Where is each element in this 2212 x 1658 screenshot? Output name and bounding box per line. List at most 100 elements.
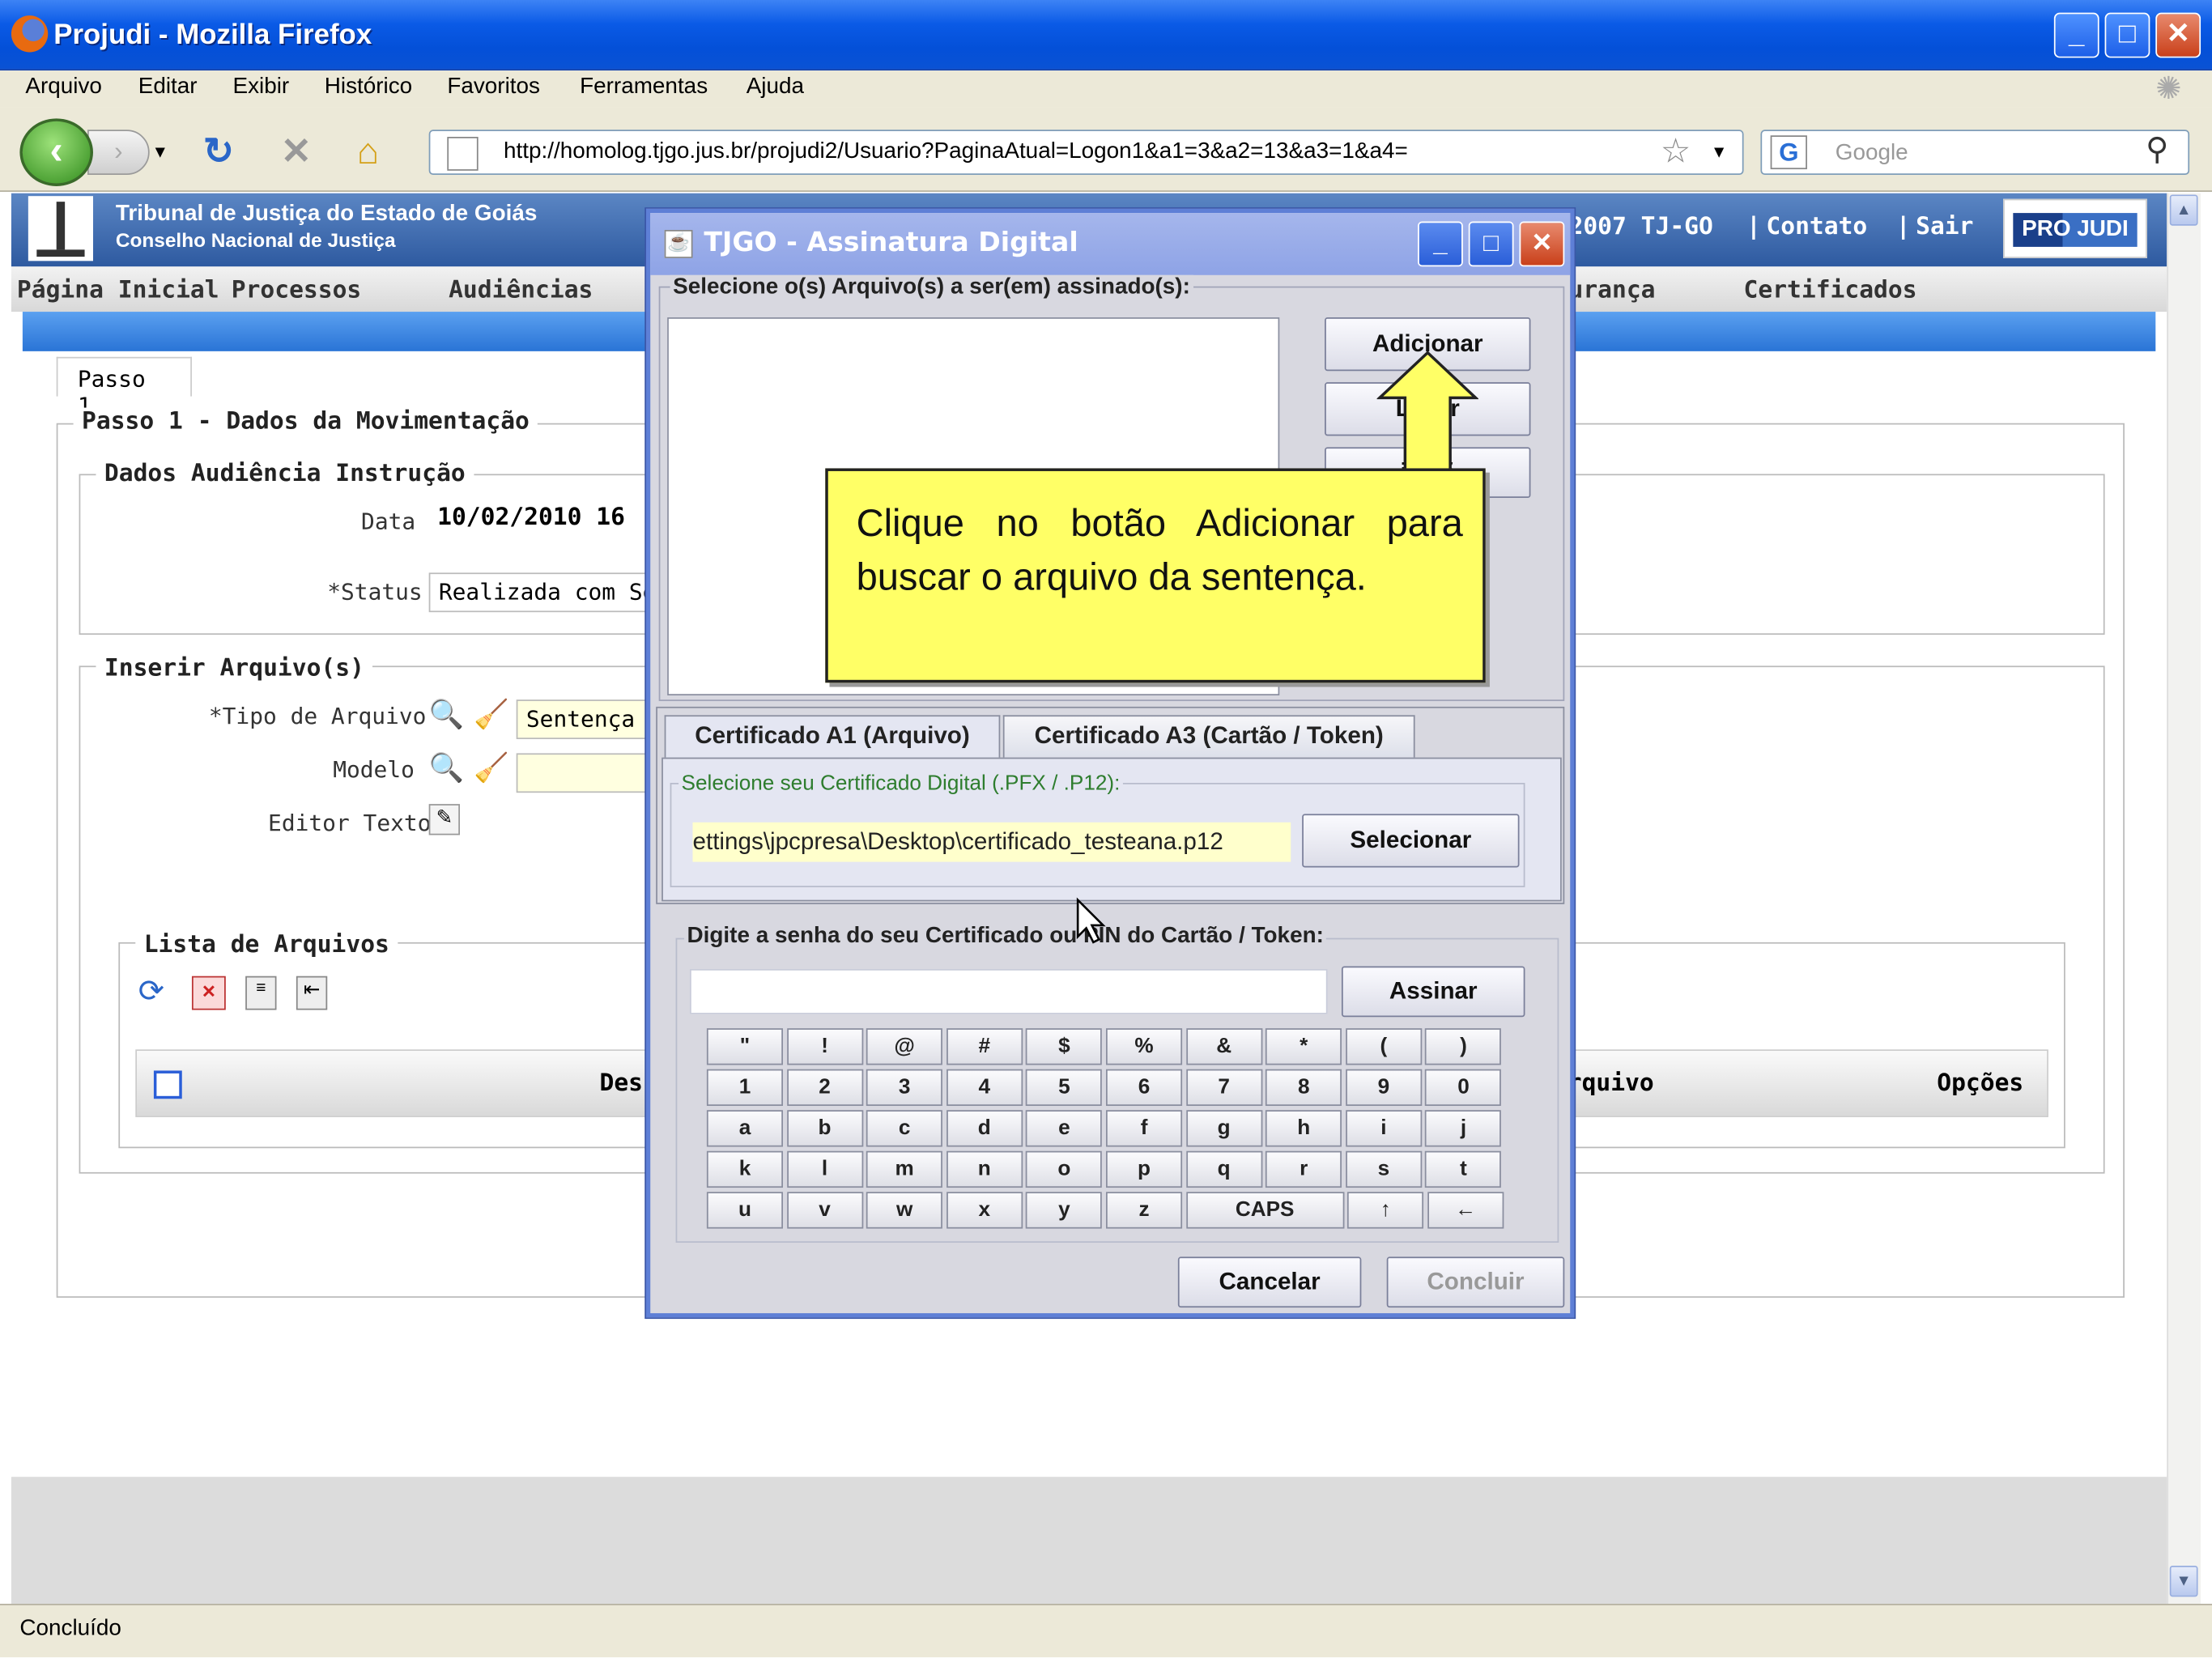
concluir-button[interactable]: Concluir [1386, 1256, 1565, 1308]
status-select[interactable]: Realizada com Se [428, 572, 649, 613]
forward-button[interactable]: › [87, 130, 150, 176]
key-q[interactable]: q [1185, 1150, 1262, 1188]
menu-processos[interactable]: Processos [232, 277, 362, 305]
key-&[interactable]: & [1185, 1028, 1262, 1065]
key-i[interactable]: i [1345, 1110, 1422, 1147]
key-![interactable]: ! [786, 1028, 863, 1065]
key-4[interactable]: 4 [946, 1069, 1023, 1106]
key-v[interactable]: v [786, 1192, 863, 1229]
key-6[interactable]: 6 [1106, 1069, 1183, 1106]
key-7[interactable]: 7 [1185, 1069, 1262, 1106]
menu-favoritos[interactable]: Favoritos [447, 74, 540, 100]
dialog-minimize-button[interactable]: _ [1418, 221, 1463, 267]
key-p[interactable]: p [1106, 1150, 1183, 1188]
key-$[interactable]: $ [1026, 1028, 1103, 1065]
key-y[interactable]: y [1026, 1192, 1103, 1229]
cancelar-button[interactable]: Cancelar [1177, 1256, 1362, 1308]
edit-text-icon[interactable]: ✎ [428, 804, 461, 835]
cert-path-field[interactable]: ettings\jpcpresa\Desktop\certificado_tes… [692, 822, 1291, 862]
clear-modelo-icon[interactable]: 🧹 [474, 750, 508, 786]
key-o[interactable]: o [1026, 1150, 1103, 1188]
menu-historico[interactable]: Histórico [325, 74, 412, 100]
key-)[interactable]: ) [1425, 1028, 1502, 1065]
insert-icon[interactable]: ⇤ [296, 976, 328, 1010]
menu-ajuda[interactable]: Ajuda [747, 74, 804, 100]
key-s[interactable]: s [1345, 1150, 1422, 1188]
key-5[interactable]: 5 [1026, 1069, 1103, 1106]
menu-pagina-inicial[interactable]: Página Inicial [17, 277, 219, 305]
key-n[interactable]: n [946, 1150, 1023, 1188]
key-*[interactable]: * [1266, 1028, 1342, 1065]
key-r[interactable]: r [1266, 1150, 1342, 1188]
key-t[interactable]: t [1425, 1150, 1502, 1188]
tipo-arquivo-field[interactable]: Sentença [516, 699, 652, 739]
tab-passo-1[interactable]: Passo 1 [56, 356, 192, 419]
history-dropdown-icon[interactable]: ▾ [155, 127, 165, 175]
key-1[interactable]: 1 [706, 1069, 784, 1106]
refresh-icon[interactable]: ⟳ [138, 973, 164, 1010]
tab-certificado-a3[interactable]: Certificado A3 (Cartão / Token) [1002, 715, 1415, 758]
key-l[interactable]: l [786, 1150, 863, 1188]
key-([interactable]: ( [1345, 1028, 1422, 1065]
close-button[interactable]: ✕ [2155, 12, 2201, 58]
menu-ferramentas[interactable]: Ferramentas [580, 74, 708, 100]
bookmark-star-icon[interactable]: ☆ [1661, 131, 1691, 172]
key-e[interactable]: e [1026, 1110, 1103, 1147]
key-d[interactable]: d [946, 1110, 1023, 1147]
scroll-down-icon[interactable]: ▼ [2169, 1566, 2198, 1597]
dialog-maximize-button[interactable]: □ [1468, 221, 1514, 267]
key-@[interactable]: @ [866, 1028, 943, 1065]
home-icon[interactable]: ⌂ [357, 127, 379, 175]
key-j[interactable]: j [1425, 1110, 1502, 1147]
stop-icon[interactable]: ✕ [281, 127, 312, 175]
modelo-field[interactable] [516, 753, 652, 793]
key-caps[interactable]: CAPS [1185, 1192, 1344, 1229]
key-shift[interactable]: ↑ [1347, 1192, 1424, 1229]
menu-certificados[interactable]: Certificados [1744, 277, 1917, 305]
selecionar-button[interactable]: Selecionar [1302, 814, 1520, 868]
tab-certificado-a1[interactable]: Certificado A1 (Arquivo) [664, 715, 1001, 758]
menu-arquivo[interactable]: Arquivo [25, 74, 102, 100]
key-%[interactable]: % [1106, 1028, 1183, 1065]
key-w[interactable]: w [866, 1192, 943, 1229]
dialog-close-button[interactable]: ✕ [1519, 221, 1565, 267]
key-m[interactable]: m [866, 1150, 943, 1188]
key-9[interactable]: 9 [1345, 1069, 1422, 1106]
key-u[interactable]: u [706, 1192, 784, 1229]
key-#[interactable]: # [946, 1028, 1023, 1065]
search-modelo-icon[interactable]: 🔍 [429, 750, 464, 786]
key-b[interactable]: b [786, 1110, 863, 1147]
search-tipo-icon[interactable]: 🔍 [429, 697, 464, 733]
key-c[interactable]: c [866, 1110, 943, 1147]
key-8[interactable]: 8 [1266, 1069, 1342, 1106]
scroll-up-icon[interactable]: ▲ [2169, 194, 2198, 226]
key-g[interactable]: g [1185, 1110, 1262, 1147]
maximize-button[interactable]: □ [2104, 12, 2150, 58]
sair-link[interactable]: Sair [1916, 213, 1973, 241]
assinar-button[interactable]: Assinar [1341, 966, 1525, 1018]
delete-icon[interactable]: × [191, 976, 226, 1010]
google-engine-icon[interactable]: G [1770, 135, 1807, 170]
key-3[interactable]: 3 [866, 1069, 943, 1106]
key-backspace[interactable]: ← [1427, 1192, 1504, 1229]
reload-icon[interactable]: ↻ [203, 127, 234, 175]
url-bar[interactable]: http://homolog.tjgo.jus.br/projudi2/Usua… [428, 130, 1744, 176]
key-x[interactable]: x [946, 1192, 1023, 1229]
menu-editar[interactable]: Editar [138, 74, 198, 100]
select-all-checkbox[interactable] [153, 1070, 182, 1099]
pin-input[interactable] [690, 968, 1328, 1014]
key-z[interactable]: z [1106, 1192, 1183, 1229]
key-h[interactable]: h [1266, 1110, 1342, 1147]
key-f[interactable]: f [1106, 1110, 1183, 1147]
vertical-scrollbar[interactable] [2167, 193, 2201, 1605]
key-a[interactable]: a [706, 1110, 784, 1147]
menu-exibir[interactable]: Exibir [232, 74, 289, 100]
clear-tipo-icon[interactable]: 🧹 [474, 697, 508, 733]
search-bar[interactable]: G Google ⚲ [1760, 130, 2190, 176]
search-icon[interactable]: ⚲ [2146, 131, 2168, 168]
key-2[interactable]: 2 [786, 1069, 863, 1106]
key-0[interactable]: 0 [1425, 1069, 1502, 1106]
contato-link[interactable]: Contato [1766, 213, 1867, 241]
menu-audiencias[interactable]: Audiências [449, 277, 593, 305]
key-k[interactable]: k [706, 1150, 784, 1188]
